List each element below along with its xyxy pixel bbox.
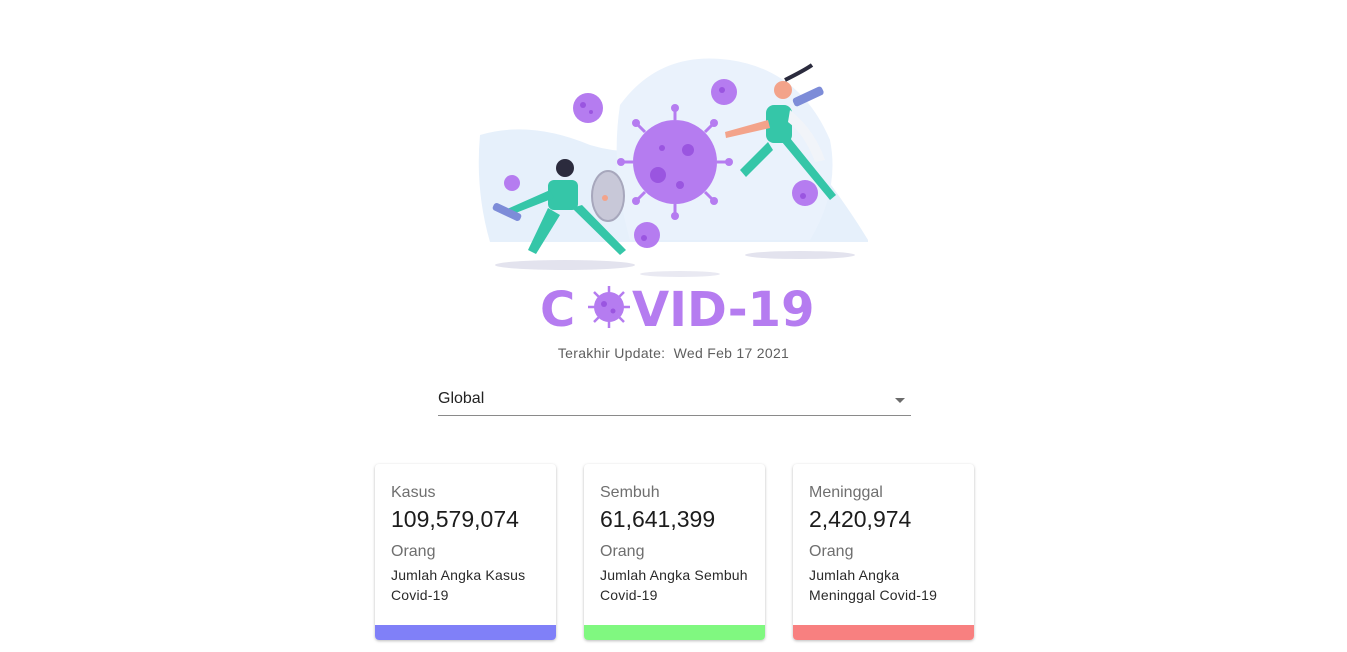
last-update-date: Wed Feb 17 2021 — [673, 345, 790, 361]
card-title: Meninggal — [809, 484, 883, 501]
card-description: Jumlah Angka Meninggal Covid-19 — [809, 567, 938, 603]
card-value: 109,579,074 — [391, 506, 519, 532]
card-unit: Orang — [600, 543, 645, 560]
stats-cards: Kasus 109,579,074 Orang Jumlah Angka Kas… — [375, 464, 975, 640]
last-update: Terakhir Update: Wed Feb 17 2021 — [0, 345, 1347, 361]
last-update-label: Terakhir Update: — [557, 345, 666, 361]
card-meninggal: Meninggal 2,420,974 Orang Jumlah Angka M… — [793, 464, 974, 640]
card-value: 2,420,974 — [809, 506, 912, 532]
card-kasus: Kasus 109,579,074 Orang Jumlah Angka Kas… — [375, 464, 556, 640]
region-select[interactable]: Global — [438, 386, 911, 416]
card-value: 61,641,399 — [600, 506, 716, 532]
logo-virus-icon — [588, 286, 630, 328]
logo-text-c: C — [540, 282, 575, 336]
card-sembuh: Sembuh 61,641,399 Orang Jumlah Angka Sem… — [584, 464, 765, 640]
region-select-value: Global — [438, 390, 485, 407]
card-color-bar — [793, 625, 974, 640]
card-unit: Orang — [391, 543, 436, 560]
card-unit: Orang — [809, 543, 854, 560]
card-color-bar — [375, 625, 556, 640]
card-title: Sembuh — [600, 484, 660, 501]
card-description: Jumlah Angka Kasus Covid-19 — [391, 567, 526, 603]
chevron-down-icon — [895, 398, 905, 403]
logo-text-rest: VID-19 — [632, 282, 814, 336]
card-description: Jumlah Angka Sembuh Covid-19 — [600, 567, 748, 603]
card-color-bar — [584, 625, 765, 640]
card-title: Kasus — [391, 484, 436, 501]
covid-logo: C VID-19 — [540, 280, 840, 336]
